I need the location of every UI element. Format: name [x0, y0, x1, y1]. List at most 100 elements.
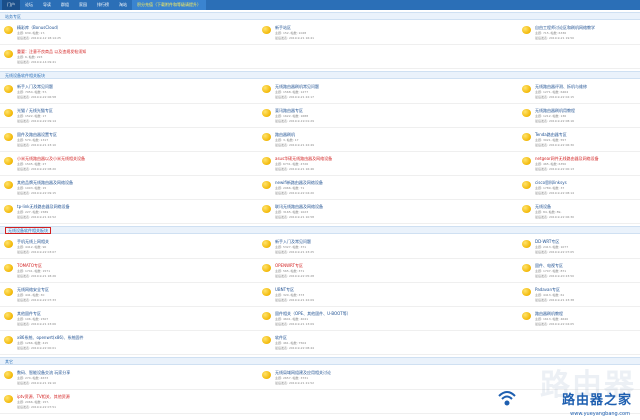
forum-last-post[interactable]: 最后发表: 2019-9-21 13:09: [275, 322, 314, 326]
forum-bulb-icon: [522, 181, 531, 189]
forum-item[interactable]: 固件相关（OPE、其他固件、U-BOOT等） 主题: 4641, 帖数: 4041…: [262, 311, 472, 329]
forum-item[interactable]: cisco思科linksys 主题: 1789, 帖数: 37 最后发表: 2019…: [522, 180, 640, 198]
forum-last-post[interactable]: 最后发表: 2019-9-12 18:14:25: [17, 36, 61, 40]
forum-last-post[interactable]: 最后发表: 2019-9-21 21:52: [275, 381, 314, 385]
forum-last-post[interactable]: 最后发表: 2019-9-22 03:07: [17, 250, 56, 254]
forum-item[interactable]: iptv资源、TV相关、其他资源 主题: 2066, 帖数: 157, 最后发表: …: [4, 394, 214, 412]
forum-last-post[interactable]: 最后发表: 2019-9-19 01:29: [275, 119, 314, 123]
forum-item[interactable]: 路由器刷机教程 主题: 1613, 帖数: 4640 最后发表: 2019-9-22…: [522, 311, 640, 329]
nav-item[interactable]: 导读: [38, 0, 56, 10]
forum-item[interactable]: 路由器刷机 主题: 3, 帖数: 17 最后发表: 2019-9-21 22:49: [262, 132, 472, 150]
forum-last-post[interactable]: 最后发表: 2019-9-22 04:20: [275, 191, 314, 195]
forum-item[interactable]: Tenda路由器专区 主题: 3021, 帖数: 557 最后发表: 2019-9-…: [522, 132, 640, 150]
forum-row: 小米无线路由器以及小米无线相关设备 主题: 1545, 帖数: 27 最后发表: 2…: [0, 152, 640, 176]
forum-last-post[interactable]: 最后发表: 2019-9-21 10:58: [275, 215, 314, 219]
forum-last-post[interactable]: 最后发表: 2019-9-21 23:38: [535, 298, 574, 302]
forum-item[interactable]: 无线路由器评测、拆机与维修 主题: 1271, 帖数: 6464 最后发表: 201…: [522, 84, 640, 102]
forum-item[interactable]: 其他品牌无线路由器及网络设备 主题: 1003, 帖数: 15 最后发表: 2019…: [4, 180, 214, 198]
nav-item[interactable]: 论坛: [20, 0, 38, 10]
forum-last-post[interactable]: 最后发表: 2019-9-22 02:15: [535, 95, 574, 99]
forum-item[interactable]: UBNT专区 主题: 320, 帖数: 373 最后发表: 2019-9-21 22…: [262, 287, 472, 305]
forum-item[interactable]: 联讯无线路由器及网络设备 主题: 3165, 帖数: 1023 最后发表: 2019…: [262, 204, 472, 222]
nav-item[interactable]: 家园: [74, 0, 92, 10]
forum-last-post[interactable]: 最后发表: 2019-9-14 09:41: [17, 60, 56, 64]
forum-row: x86系统、openwrt(x86)、系统固件 主题: 1266, 帖数: 415…: [0, 331, 640, 355]
nav-item[interactable]: 淘站: [114, 0, 132, 10]
forum-item[interactable]: 无线设备 主题: 84, 帖数: 89, 最后发表: 2019-9-22 06:30: [522, 204, 640, 222]
forum-last-post[interactable]: 最后发表: 2019-9-21 19:10: [17, 381, 56, 385]
forum-item[interactable]: 无线网络安全专区 主题: 441, 帖数: 30 最后发表: 2019-9-22 0…: [4, 287, 214, 305]
forum-last-post[interactable]: 最后发表: 2019-9-21 16:41: [275, 36, 314, 40]
forum-last-post[interactable]: 最后发表: 2019-9-22 08:14: [535, 191, 574, 195]
forum-item[interactable]: 小米无线路由器以及小米无线相关设备 主题: 1545, 帖数: 27 最后发表: 2…: [4, 156, 214, 174]
forum-row: 精彩库（BonusCloud） 主题: 639, 帖数: 17, 最后发表: 201…: [0, 21, 640, 45]
forum-item[interactable]: 新手入门及常见问题 主题: 7954, 帖数: 57, 最后发表: 2019-9-2…: [4, 84, 214, 102]
forum-last-post[interactable]: 最后发表: 2019-9-21 23:06: [17, 322, 56, 326]
forum-last-post[interactable]: 最后发表: 2019-9-22 06:30: [535, 215, 574, 219]
forum-bulb-icon: [262, 336, 271, 344]
forum-last-post[interactable]: 最后发表: 2019-9-22 09:15: [17, 191, 56, 195]
forum-stats: 主题: 715, 帖数: 6336: [535, 31, 567, 35]
section-header[interactable]: 无线设备软件相关板块: [0, 226, 640, 234]
forum-last-post[interactable]: 最后发表: 2019-9-22 04:05: [535, 322, 574, 326]
forum-item[interactable]: 固件及路由器设置专区 主题: 570, 帖数: 1317 最后发表: 2019-9-…: [4, 132, 214, 150]
forum-last-post[interactable]: 最后发表: 2019-9-22 07:51: [17, 405, 56, 409]
forum-last-post[interactable]: 最后发表: 2019-9-22 06:58: [17, 95, 56, 99]
forum-last-post[interactable]: 最后发表: 2019-9-22 08:16: [535, 119, 574, 123]
forum-item[interactable]: 光猫 / 无线光猫专区 主题: 1522, 帖数: 17 最后发表: 2019-9-…: [4, 108, 214, 126]
forum-stats: 主题: 2657, 帖数: 3731: [275, 376, 309, 380]
forum-bulb-icon: [262, 157, 271, 165]
forum-item[interactable]: 无线路由器刷机用教程 主题: 1212, 帖数: 136 最后发表: 2019-9-…: [522, 108, 640, 126]
forum-item[interactable]: TOMATO专区 主题: 1741, 帖数: 1571 最后发表: 2019-9-2…: [4, 263, 214, 281]
forum-last-post[interactable]: 最后发表: 2019-9-22 05:28: [275, 274, 314, 278]
section-header[interactable]: 站务专区: [0, 12, 640, 20]
forum-last-post[interactable]: 最后发表: 2019-9-20 23:50: [535, 274, 574, 278]
forum-item[interactable]: Padavan专区 主题: 4413, 帖数: 61 最后发表: 2019-9-21…: [522, 287, 640, 305]
forum-last-post[interactable]: 最后发表: 2019-9-21 22:49: [275, 143, 314, 147]
forum-last-post[interactable]: 最后发表: 2019-9-21 23:25: [275, 250, 314, 254]
section-header[interactable]: 无线设备软件相关板块: [0, 71, 640, 79]
forum-item[interactable]: 无线路由器刷机常见问题 主题: 1568, 帖数: 1277 最后发表: 2019-…: [262, 84, 472, 102]
forum-item[interactable]: newifi新路由器及网络设备 主题: 2966, 帖数: 71 最后发表: 201…: [262, 180, 472, 198]
forum-last-post[interactable]: 最后发表: 2019-9-21 16:46: [275, 167, 314, 171]
forum-last-post[interactable]: 最后发表: 2019-9-22 00:01: [17, 346, 56, 350]
forum-item[interactable]: 新手入门及常见问题 主题: 5327, 帖数: 371 最后发表: 2019-9-2…: [262, 239, 472, 257]
forum-item[interactable]: 斐讯路由器专区 主题: 1622, 帖数: 1688 最后发表: 2019-9-19…: [262, 108, 472, 126]
forum-last-post[interactable]: 最后发表: 2019-9-22 06:30: [535, 143, 574, 147]
forum-last-post[interactable]: 最后发表: 2019-9-22 08:20: [17, 167, 56, 171]
forum-bulb-icon: [522, 312, 531, 320]
nav-item[interactable]: 排行榜: [92, 0, 114, 10]
forum-stats: 主题: 7954, 帖数: 57,: [17, 90, 48, 94]
forum-item[interactable]: DD-WRT专区 主题: 2413, 帖数: 1077 最后发表: 2019-9-2…: [522, 239, 640, 257]
forum-last-post[interactable]: 最后发表: 2019-9-21 19:50: [535, 36, 574, 40]
nav-item[interactable]: 门户: [2, 0, 20, 10]
forum-last-post[interactable]: 最后发表: 2019-9-21 18:26: [17, 274, 56, 278]
forum-item[interactable]: 手机无线上网相关 主题: 4412, 帖数: 90 最后发表: 2019-9-22 …: [4, 239, 214, 257]
forum-last-post[interactable]: 最后发表: 2019-9-22 07:33: [17, 298, 56, 302]
forum-item[interactable]: x86系统、openwrt(x86)、系统固件 主题: 1266, 帖数: 415…: [4, 335, 214, 353]
forum-stats: 主题: 461, 帖数: 7504: [275, 341, 307, 345]
forum-item[interactable]: 数码、智能设备交流 玩家分享 主题: 274, 帖数: 4673 最后发表: 201…: [4, 370, 214, 388]
forum-stats: 主题: 152, 帖数: 1028: [275, 31, 307, 35]
forum-item[interactable]: 精彩库（BonusCloud） 主题: 639, 帖数: 17, 最后发表: 201…: [4, 25, 214, 43]
forum-last-post[interactable]: 最后发表: 2019-9-22 08:44: [275, 346, 314, 350]
nav-item[interactable]: 积分充值（下载附件和等级请提升）: [132, 0, 206, 10]
forum-last-post[interactable]: 最后发表: 2019-9-21 22:09: [275, 298, 314, 302]
nav-item[interactable]: 群组: [56, 0, 74, 10]
forum-last-post[interactable]: 最后发表: 2019-9-22 00:13: [535, 167, 574, 171]
forum-item[interactable]: 自由工程师讨论区和刷机网络教学 主题: 715, 帖数: 6336 最后发表: 20…: [522, 25, 640, 43]
forum-item[interactable]: tp-link无线路由器及网络设备 主题: 227, 帖数: 1589 最后发表: …: [4, 204, 214, 222]
forum-last-post[interactable]: 最后发表: 2019-9-21 22:52: [17, 215, 56, 219]
forum-item[interactable]: OPENWRT专区 主题: 565, 帖数: 371 最后发表: 2019-9-22…: [262, 263, 472, 281]
forum-last-post[interactable]: 最后发表: 2019-9-21 23:10: [17, 143, 56, 147]
forum-item[interactable]: 重要：注意不良商品 以及违规发帖须知 主题: 6, 帖数: 223 最后发表: 20…: [4, 49, 214, 67]
forum-last-post[interactable]: 最后发表: 2019-9-22 07:05: [535, 250, 574, 254]
forum-last-post[interactable]: 最后发表: 2019-9-21 22:17: [275, 95, 314, 99]
forum-item[interactable]: 固件、电视专区 主题: 1707, 帖数: 871 最后发表: 2019-9-20 …: [522, 263, 640, 281]
forum-item[interactable]: 新手站区 主题: 152, 帖数: 1028 最后发表: 2019-9-21 16:…: [262, 25, 472, 43]
forum-item[interactable]: netgear网件无线路由器及网络设备 主题: 465, 帖数: 6350 最后发表…: [522, 156, 640, 174]
forum-item[interactable]: 其他固件专区 主题: 106, 帖数: 1507 最后发表: 2019-9-21 2…: [4, 311, 214, 329]
forum-item[interactable]: asus华硕无线路由器及网络设备 主题: 6731, 帖数: 4726 最后发表: …: [262, 156, 472, 174]
forum-last-post[interactable]: 最后发表: 2019-9-22 09:14: [17, 119, 56, 123]
forum-item[interactable]: 软件区 主题: 461, 帖数: 7504 最后发表: 2019-9-22 08:4…: [262, 335, 472, 353]
